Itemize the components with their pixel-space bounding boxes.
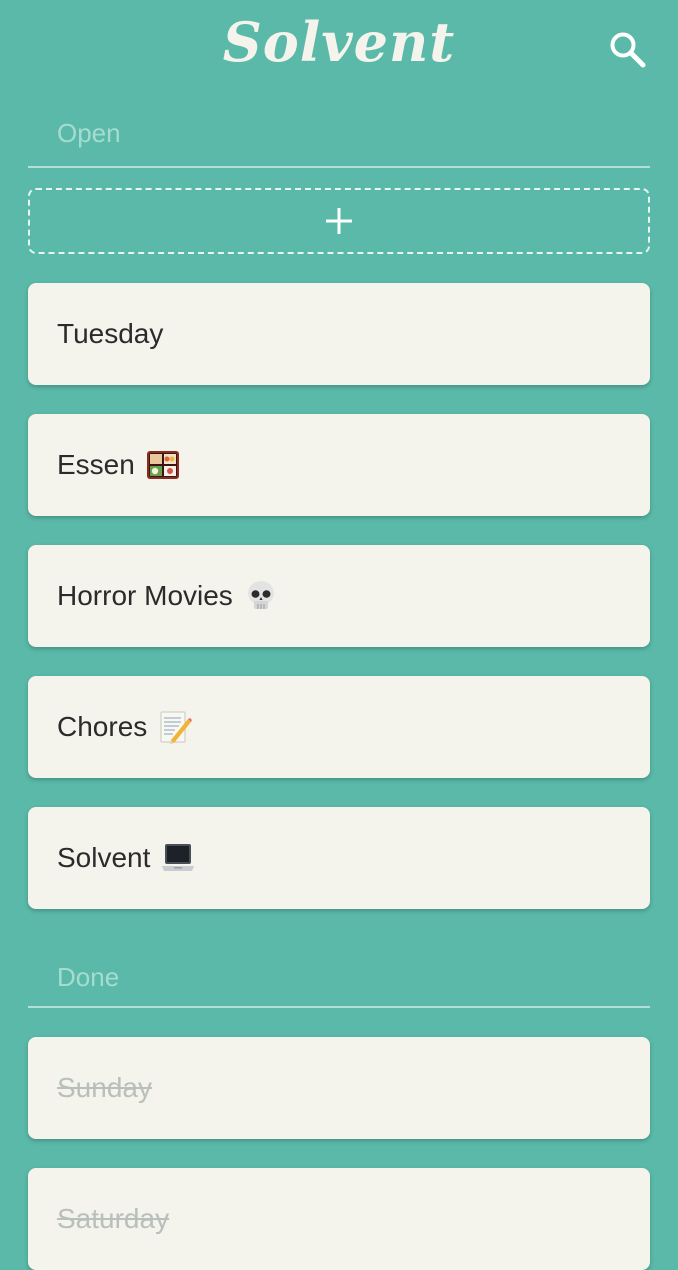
skull-emoji	[247, 581, 274, 609]
list-item-sunday[interactable]: Sunday	[28, 1037, 650, 1139]
list-item-text: Sunday	[57, 1072, 152, 1103]
list-item-label: Horror Movies	[57, 578, 279, 614]
list-item-text: Essen	[57, 449, 135, 480]
open-section-title: Open	[57, 118, 121, 148]
list-item-label: Chores	[57, 709, 193, 745]
list-item-label: Tuesday	[57, 318, 163, 350]
list-item-solvent[interactable]: Solvent	[28, 807, 650, 909]
list-item-text: Tuesday	[57, 318, 164, 349]
list-item-label: Essen	[57, 447, 181, 483]
list-item-label: Saturday	[57, 1203, 169, 1235]
list-item-horror-movies[interactable]: Horror Movies	[28, 545, 650, 647]
done-list: Sunday Saturday	[28, 1037, 650, 1270]
list-item-saturday[interactable]: Saturday	[28, 1168, 650, 1270]
plus-icon	[326, 208, 352, 234]
list-item-text: Solvent	[57, 842, 151, 873]
done-section-title: Done	[57, 962, 120, 992]
laptop-emoji	[162, 844, 195, 871]
done-section-header: Done	[28, 938, 650, 1008]
bento-box-emoji	[146, 451, 179, 479]
list-item-text: Saturday	[57, 1203, 170, 1234]
list-item-essen[interactable]: Essen	[28, 414, 650, 516]
list-item-tuesday[interactable]: Tuesday	[28, 283, 650, 385]
open-list: Tuesday Essen Horror Movies Chores Solve…	[28, 283, 650, 909]
app-title: Solvent	[222, 10, 456, 74]
list-item-chores[interactable]: Chores	[28, 676, 650, 778]
search-icon	[610, 32, 646, 68]
memo-emoji	[160, 711, 193, 744]
list-item-text: Horror Movies	[57, 580, 233, 611]
list-item-label: Sunday	[57, 1072, 152, 1104]
add-list-button[interactable]	[28, 188, 650, 254]
list-item-text: Chores	[57, 711, 148, 742]
app-header: Solvent	[0, 0, 678, 96]
open-section-header: Open	[28, 96, 650, 168]
search-button[interactable]	[608, 30, 648, 70]
list-item-label: Solvent	[57, 840, 196, 876]
